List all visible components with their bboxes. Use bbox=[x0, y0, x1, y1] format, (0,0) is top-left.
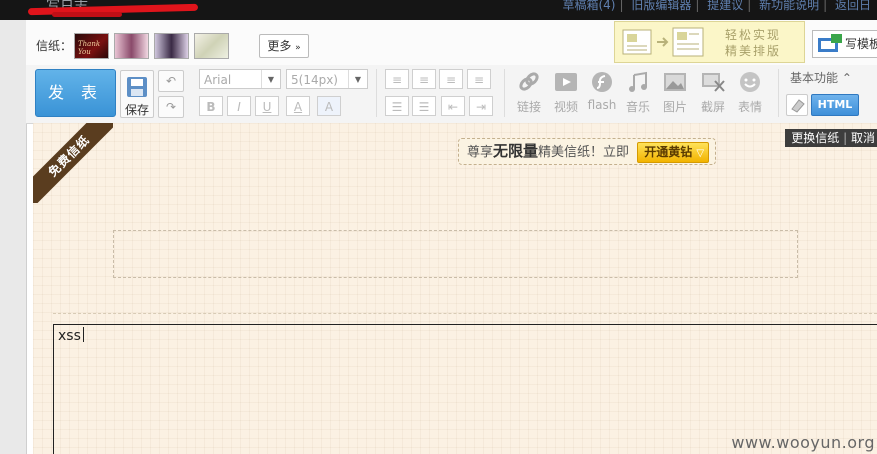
promo-text: 轻松实现 精美排版 bbox=[725, 28, 782, 58]
font-size-select[interactable]: 5(14px) ▼ bbox=[286, 69, 368, 89]
drafts-link[interactable]: 草稿箱(4) bbox=[562, 0, 615, 12]
basic-features-toggle[interactable]: 基本功能 ⌃ bbox=[790, 69, 852, 86]
template-icon bbox=[818, 34, 842, 52]
underline-button[interactable]: U bbox=[255, 96, 279, 116]
title-input[interactable] bbox=[113, 230, 798, 278]
unordered-list-icon: ☰ bbox=[418, 100, 430, 114]
cancel-paper-button[interactable]: 取消 bbox=[851, 131, 875, 145]
align-center-button[interactable]: ≡ bbox=[412, 69, 436, 89]
outdent-icon: ⇤ bbox=[447, 100, 459, 114]
layout-icon bbox=[622, 27, 704, 57]
watermark: www.wooyun.org bbox=[731, 433, 875, 452]
paper-action-bar: 更换信纸 | 取消 bbox=[785, 129, 877, 147]
align-left-button[interactable]: ≡ bbox=[385, 69, 409, 89]
align-right-button[interactable]: ≡ bbox=[439, 69, 463, 89]
undo-button[interactable]: ↶ bbox=[158, 70, 184, 92]
align-left-icon: ≡ bbox=[391, 73, 403, 87]
back-link[interactable]: 返回日 bbox=[835, 0, 871, 12]
eraser-icon bbox=[791, 99, 805, 113]
bold-icon: B bbox=[206, 100, 216, 114]
more-papers-button[interactable]: 更多 » bbox=[259, 34, 309, 58]
italic-button[interactable]: I bbox=[227, 96, 251, 116]
indent-icon: ⇥ bbox=[475, 100, 487, 114]
highlight-color-button[interactable]: A bbox=[317, 96, 341, 116]
suggest-link[interactable]: 提建议 bbox=[707, 0, 743, 12]
ordered-list-icon: ☰ bbox=[391, 100, 403, 114]
text-caret bbox=[82, 327, 84, 342]
ordered-list-button[interactable]: ☰ bbox=[385, 96, 409, 116]
write-template-button[interactable]: 写模板 bbox=[812, 30, 877, 58]
new-features-link[interactable]: 新功能说明 bbox=[759, 0, 819, 12]
paper-thumb-2[interactable] bbox=[114, 33, 149, 59]
promo-banner[interactable]: 轻松实现 精美排版 bbox=[614, 21, 805, 63]
align-center-icon: ≡ bbox=[418, 73, 430, 87]
insert-music-button[interactable]: 音乐 bbox=[621, 69, 655, 117]
divider-line bbox=[53, 313, 877, 314]
chevron-up-icon: ⌃ bbox=[841, 71, 852, 85]
old-editor-link[interactable]: 旧版编辑器 bbox=[631, 0, 691, 12]
flash-icon bbox=[592, 72, 612, 92]
link-icon bbox=[519, 72, 539, 91]
insert-image-button[interactable]: 图片 bbox=[658, 69, 692, 117]
left-strip bbox=[0, 20, 27, 454]
top-links: 草稿箱(4) | 旧版编辑器 | 提建议 | 新功能说明 | 返回日 bbox=[562, 0, 871, 12]
paper-thumb-3[interactable] bbox=[154, 33, 189, 59]
dropdown-arrow-icon: ▼ bbox=[261, 70, 280, 88]
open-vip-button[interactable]: 开通黄钻 ▽ bbox=[637, 142, 710, 163]
underline-icon: U bbox=[262, 100, 272, 114]
vip-promo: 尊享无限量精美信纸！立即 开通黄钻 ▽ bbox=[458, 138, 717, 165]
font-color-button[interactable]: A bbox=[286, 96, 310, 116]
save-button[interactable]: 保存 bbox=[120, 70, 154, 118]
change-paper-button[interactable]: 更换信纸 bbox=[791, 131, 839, 145]
highlight-icon: A bbox=[324, 100, 334, 114]
emoticon-button[interactable]: 表情 bbox=[733, 69, 767, 117]
screenshot-icon bbox=[702, 73, 725, 92]
font-family-select[interactable]: Arial ▼ bbox=[199, 69, 281, 89]
undo-icon: ↶ bbox=[165, 74, 177, 88]
publish-button[interactable]: 发 表 bbox=[35, 69, 116, 117]
justify-icon: ≡ bbox=[473, 73, 485, 87]
bold-button[interactable]: B bbox=[199, 96, 223, 116]
html-mode-button[interactable]: HTML bbox=[811, 94, 859, 116]
top-bar: 写日志 草稿箱(4)| 旧版编辑器| 提建议| 新功能说明| 返回日 bbox=[0, 0, 877, 20]
music-icon bbox=[629, 71, 647, 92]
double-chevron-down-icon: » bbox=[295, 43, 301, 53]
insert-video-button[interactable]: 视频 bbox=[549, 69, 583, 117]
diamond-icon: ▽ bbox=[696, 148, 705, 159]
align-right-icon: ≡ bbox=[445, 73, 457, 87]
dropdown-arrow-icon: ▼ bbox=[348, 70, 367, 88]
italic-icon: I bbox=[237, 100, 241, 114]
redo-icon: ↷ bbox=[165, 100, 177, 114]
editor-content: xss bbox=[58, 327, 84, 344]
indent-button[interactable]: ⇥ bbox=[469, 96, 493, 116]
screenshot-button[interactable]: 截屏 bbox=[696, 69, 730, 117]
clear-format-button[interactable] bbox=[786, 94, 808, 116]
paper-thumb-1[interactable]: Thank You bbox=[74, 33, 109, 59]
insert-link-button[interactable]: 链接 bbox=[512, 69, 546, 117]
redaction-mark bbox=[52, 12, 122, 17]
redo-button[interactable]: ↷ bbox=[158, 96, 184, 118]
paper-label: 信纸： bbox=[36, 39, 73, 53]
emoticon-icon bbox=[740, 72, 760, 92]
insert-flash-button[interactable]: flash bbox=[585, 69, 619, 117]
unordered-list-button[interactable]: ☰ bbox=[412, 96, 436, 116]
letter-paper-area: 免费信纸 更换信纸 | 取消 尊享无限量精美信纸！立即 开通黄钻 ▽ xss w… bbox=[33, 123, 877, 454]
outdent-button[interactable]: ⇤ bbox=[441, 96, 465, 116]
paper-thumb-4[interactable] bbox=[194, 33, 229, 59]
justify-button[interactable]: ≡ bbox=[467, 69, 491, 89]
video-icon bbox=[555, 73, 577, 91]
image-icon bbox=[664, 73, 686, 91]
editor-toolbar: 发 表 保存 ↶ ↷ Arial ▼ 5(14px) ▼ B I U A A ≡ ≡… bbox=[26, 65, 877, 124]
free-paper-ribbon: 免费信纸 bbox=[33, 123, 113, 203]
font-color-icon: A bbox=[293, 100, 303, 114]
paper-selector-bar: 信纸： Thank You 更多 » 轻松实现精美排版 写模板 bbox=[26, 20, 877, 66]
save-icon bbox=[127, 77, 147, 97]
